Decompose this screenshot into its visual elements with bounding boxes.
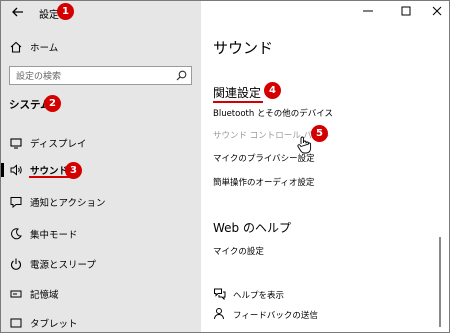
nav-item-label: サウンド xyxy=(30,166,69,177)
scrollbar[interactable] xyxy=(439,237,441,327)
annotation-badge-1: 1 xyxy=(57,3,74,20)
web-help-heading: Web のヘルプ xyxy=(213,221,291,235)
help-icon xyxy=(214,288,226,300)
speaker-icon xyxy=(10,164,22,176)
annotation-badge-3: 3 xyxy=(65,162,82,179)
nav-item-storage[interactable]: 記憶域 xyxy=(1,283,201,305)
power-icon xyxy=(11,258,21,270)
close-icon[interactable] xyxy=(431,5,443,17)
sidebar: 設定 1 ホーム 設定の検索 システム 2 ディスプレイ サウンド 3 通知とア… xyxy=(1,1,201,332)
ease-of-access-audio-link[interactable]: 簡単操作のオーディオ設定 xyxy=(213,176,314,188)
nav-item-label: タブレット xyxy=(30,319,78,330)
window-title: 設定 xyxy=(39,10,59,21)
nav-item-tablet[interactable]: タブレット xyxy=(1,312,201,332)
moon-icon xyxy=(11,228,22,240)
bluetooth-devices-link[interactable]: Bluetooth とその他のデバイス xyxy=(213,107,333,119)
maximize-icon[interactable] xyxy=(400,5,412,17)
main-content: サウンド 関連設定 4 Bluetooth とその他のデバイス サウンド コント… xyxy=(201,1,449,332)
nav-home[interactable]: ホーム xyxy=(1,36,201,58)
search-icon[interactable] xyxy=(176,70,187,81)
home-icon xyxy=(10,41,22,53)
highlight-underline xyxy=(213,101,263,103)
settings-search-input[interactable]: 設定の検索 xyxy=(9,66,192,85)
back-arrow-icon[interactable] xyxy=(11,5,25,19)
mic-setup-link[interactable]: マイクの設定 xyxy=(213,245,264,257)
minimize-icon[interactable] xyxy=(362,5,374,17)
settings-window: 設定 1 ホーム 設定の検索 システム 2 ディスプレイ サウンド 3 通知とア… xyxy=(0,0,450,333)
nav-item-label: 通知とアクション xyxy=(30,198,106,209)
notification-icon xyxy=(10,197,22,209)
get-help-link[interactable]: ヘルプを表示 xyxy=(233,289,284,301)
annotation-badge-5: 5 xyxy=(311,125,328,142)
nav-item-notifications[interactable]: 通知とアクション xyxy=(1,191,201,213)
nav-item-label: 記憶域 xyxy=(30,290,59,301)
feedback-icon xyxy=(214,308,224,320)
nav-home-label: ホーム xyxy=(30,43,59,54)
nav-item-power-sleep[interactable]: 電源とスリープ xyxy=(1,253,201,275)
related-settings-heading: 関連設定 xyxy=(213,86,262,100)
annotation-badge-2: 2 xyxy=(44,95,61,112)
nav-item-display[interactable]: ディスプレイ xyxy=(1,132,201,154)
send-feedback-link[interactable]: フィードバックの送信 xyxy=(233,309,318,321)
page-title: サウンド xyxy=(213,39,274,57)
nav-item-label: ディスプレイ xyxy=(30,139,87,150)
mic-privacy-link[interactable]: マイクのプライバシー設定 xyxy=(213,152,315,164)
search-placeholder: 設定の検索 xyxy=(16,72,62,82)
monitor-icon xyxy=(10,138,22,149)
nav-item-label: 集中モード xyxy=(30,230,78,241)
storage-icon xyxy=(10,290,22,298)
annotation-badge-4: 4 xyxy=(264,82,281,99)
nav-item-label: 電源とスリープ xyxy=(30,260,96,271)
tablet-icon xyxy=(10,318,22,328)
nav-item-focus-assist[interactable]: 集中モード xyxy=(1,223,201,245)
